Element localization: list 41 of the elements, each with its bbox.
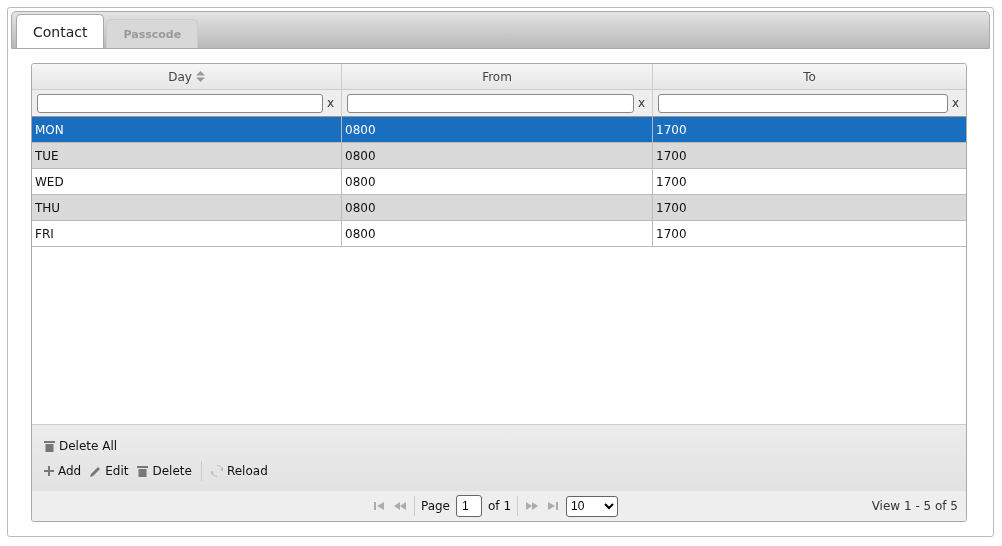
table-cell: THU	[32, 195, 342, 221]
page-size-select[interactable]: 10	[566, 495, 619, 517]
table-cell: WED	[32, 169, 342, 195]
page-count: of 1	[488, 499, 512, 513]
table-cell: 1700	[653, 117, 966, 143]
page-field[interactable]: 1	[456, 495, 482, 517]
toolbar-button[interactable]: Delete All	[44, 439, 118, 453]
column-header[interactable]: Day	[32, 64, 342, 90]
record-count: View 1 - 5 of 5	[871, 499, 958, 513]
toolbar-button[interactable]: Delete	[137, 464, 192, 478]
column-title: Day	[168, 69, 192, 84]
tab[interactable]: Contact	[16, 14, 105, 48]
clear-filter-button[interactable]: x	[952, 96, 962, 110]
column-header[interactable]: From	[342, 64, 653, 90]
reload-icon	[210, 465, 223, 477]
table-cell: TUE	[32, 143, 342, 169]
table-cell: 0800	[342, 117, 653, 143]
pencil-icon	[90, 465, 102, 477]
table-cell: FRI	[32, 221, 342, 247]
plus-icon	[44, 466, 54, 476]
clear-filter-button[interactable]: x	[327, 96, 337, 110]
toolbar-button[interactable]: Add	[44, 464, 82, 478]
clear-filter-button[interactable]: x	[638, 96, 648, 110]
column-title: To	[803, 69, 816, 84]
column-header[interactable]: To	[653, 64, 966, 90]
table-cell: 0800	[342, 169, 653, 195]
table-cell: 0800	[342, 143, 653, 169]
table-cell: MON	[32, 117, 342, 143]
toolbar-button[interactable]: Reload	[210, 464, 268, 478]
table-cell: 0800	[342, 221, 653, 247]
table-cell: 0800	[342, 195, 653, 221]
table-cell: 1700	[653, 143, 966, 169]
table-cell: 1700	[653, 195, 966, 221]
filter-field[interactable]	[37, 93, 323, 113]
trash-icon	[44, 440, 55, 452]
filter-field[interactable]	[658, 93, 948, 113]
trash-icon	[137, 465, 149, 477]
toolbar-button[interactable]: Edit	[90, 464, 129, 478]
page-label: Page	[420, 499, 450, 513]
filter-field[interactable]	[347, 93, 634, 113]
column-title: From	[482, 69, 512, 84]
